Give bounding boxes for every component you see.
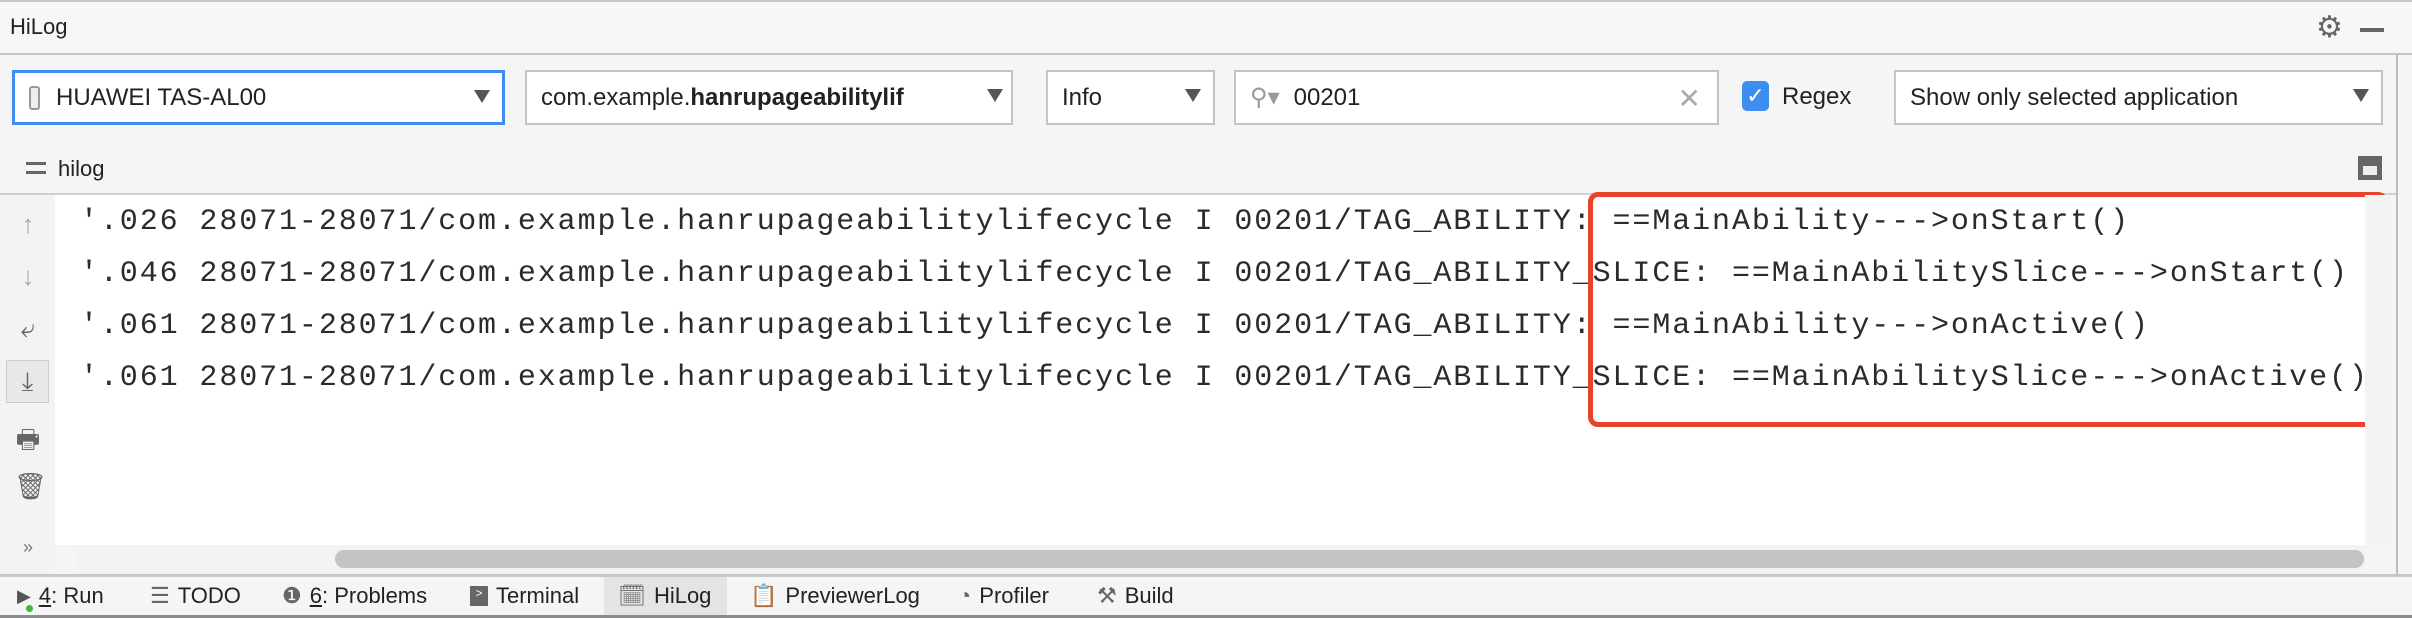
clear-icon[interactable]: ✕ xyxy=(1678,82,1701,115)
subheader-label: hilog xyxy=(58,156,105,181)
tab-label: 4: Run xyxy=(39,583,104,609)
scroll-to-end-icon[interactable]: ⤓ xyxy=(6,360,49,403)
filter-dropdown[interactable]: Show only selected application xyxy=(1894,70,2383,125)
layout-icon[interactable] xyxy=(2358,156,2382,180)
horizontal-scrollbar[interactable] xyxy=(77,546,2365,574)
title-bar: HiLog ⚙ xyxy=(0,0,2412,55)
trash-icon[interactable]: 🗑 xyxy=(14,471,47,502)
tab-label: 6: Problems xyxy=(310,583,427,609)
search-icon: ⚲▾ xyxy=(1250,84,1280,111)
tab-build[interactable]: ⚒ Build xyxy=(1097,577,1174,615)
package-dropdown[interactable]: com.example. hanrupageabilitylif xyxy=(525,70,1013,125)
tab-problems[interactable]: ❶ 6: Problems xyxy=(282,577,427,615)
package-name: hanrupageabilitylif xyxy=(690,83,904,111)
arrow-down-icon[interactable]: ↓ xyxy=(14,261,42,292)
scrollbar-thumb[interactable] xyxy=(335,550,2364,568)
device-dropdown[interactable]: HUAWEI TAS-AL00 xyxy=(12,70,505,125)
log-prefix: '.026 28071-28071/com.example.hanrupagea… xyxy=(80,205,1613,239)
search-input[interactable]: ⚲▾ 00201 ✕ xyxy=(1234,70,1719,125)
tab-label: PreviewerLog xyxy=(785,583,920,608)
level-value: Info xyxy=(1062,83,1103,111)
tab-label: Profiler xyxy=(979,583,1049,608)
tab-text: : Run xyxy=(51,583,104,608)
tab-profiler[interactable]: ◔ Profiler xyxy=(958,577,1049,615)
list-icon: ☰ xyxy=(150,583,170,608)
hammer-icon: ⚒ xyxy=(1097,583,1117,608)
device-value: HUAWEI TAS-AL00 xyxy=(56,83,267,111)
tab-label: TODO xyxy=(177,583,241,608)
log-prefix: '.046 28071-28071/com.example.hanrupagea… xyxy=(80,257,1732,291)
tab-label: HiLog xyxy=(653,583,712,608)
search-value: 00201 xyxy=(1293,83,1361,111)
tab-todo[interactable]: ☰ TODO xyxy=(150,577,241,615)
tab-terminal[interactable]: > Terminal xyxy=(470,577,579,615)
tab-label: Build xyxy=(1124,583,1174,608)
filter-value: Show only selected application xyxy=(1910,83,2239,111)
tab-text: : Problems xyxy=(321,583,428,608)
log-prefix: '.061 28071-28071/com.example.hanrupagea… xyxy=(80,309,1613,343)
tab-key: 4 xyxy=(38,583,52,608)
gauge-icon: ◔ xyxy=(958,583,972,608)
tab-hilog[interactable]: 🗓 HiLog xyxy=(604,577,727,615)
hilog-icon: 🗓 xyxy=(618,583,646,608)
document-icon: 📋 xyxy=(750,583,778,608)
arrow-up-icon[interactable]: ↑ xyxy=(14,209,42,240)
regex-checkbox[interactable]: ✓ xyxy=(1742,81,1769,111)
run-status-dot xyxy=(26,605,33,612)
run-icon: ▶ xyxy=(17,585,31,606)
print-icon[interactable]: 🖶 xyxy=(14,421,42,465)
chevron-down-icon xyxy=(2353,89,2369,102)
chevron-down-icon xyxy=(987,89,1003,102)
list-icon xyxy=(26,162,46,174)
warning-icon: ❶ xyxy=(282,583,302,608)
log-subheader: hilog xyxy=(0,140,2396,195)
log-prefix: '.061 28071-28071/com.example.hanrupagea… xyxy=(80,361,1732,395)
tab-key: 6 xyxy=(309,583,322,608)
highlight-box xyxy=(1588,192,2388,427)
phone-icon xyxy=(29,85,40,110)
right-border xyxy=(2396,55,2398,575)
tab-label: Terminal xyxy=(496,583,580,608)
chevron-down-icon xyxy=(1185,89,1201,102)
window-title: HiLog xyxy=(10,14,68,39)
log-level-dropdown[interactable]: Info xyxy=(1046,70,1215,125)
soft-wrap-icon[interactable]: ⤶ xyxy=(14,313,42,345)
tool-window-bar: ▶ 4: Run ☰ TODO ❶ 6: Problems > Terminal 🗓 Hi… xyxy=(0,574,2412,618)
vertical-scrollbar[interactable] xyxy=(2365,195,2390,545)
log-sidebar: ↑ ↓ ⤶ ⤓ 🖶 🗑 » xyxy=(0,195,55,575)
tab-previewerlog[interactable]: 📋 PreviewerLog xyxy=(750,577,920,615)
minimize-icon[interactable] xyxy=(2360,28,2384,32)
package-prefix: com.example. xyxy=(541,83,691,111)
regex-label: Regex xyxy=(1782,83,1852,110)
gear-icon[interactable]: ⚙ xyxy=(2316,10,2343,45)
more-icon[interactable]: » xyxy=(14,537,42,558)
terminal-icon: > xyxy=(470,586,488,606)
chevron-down-icon xyxy=(474,90,490,103)
